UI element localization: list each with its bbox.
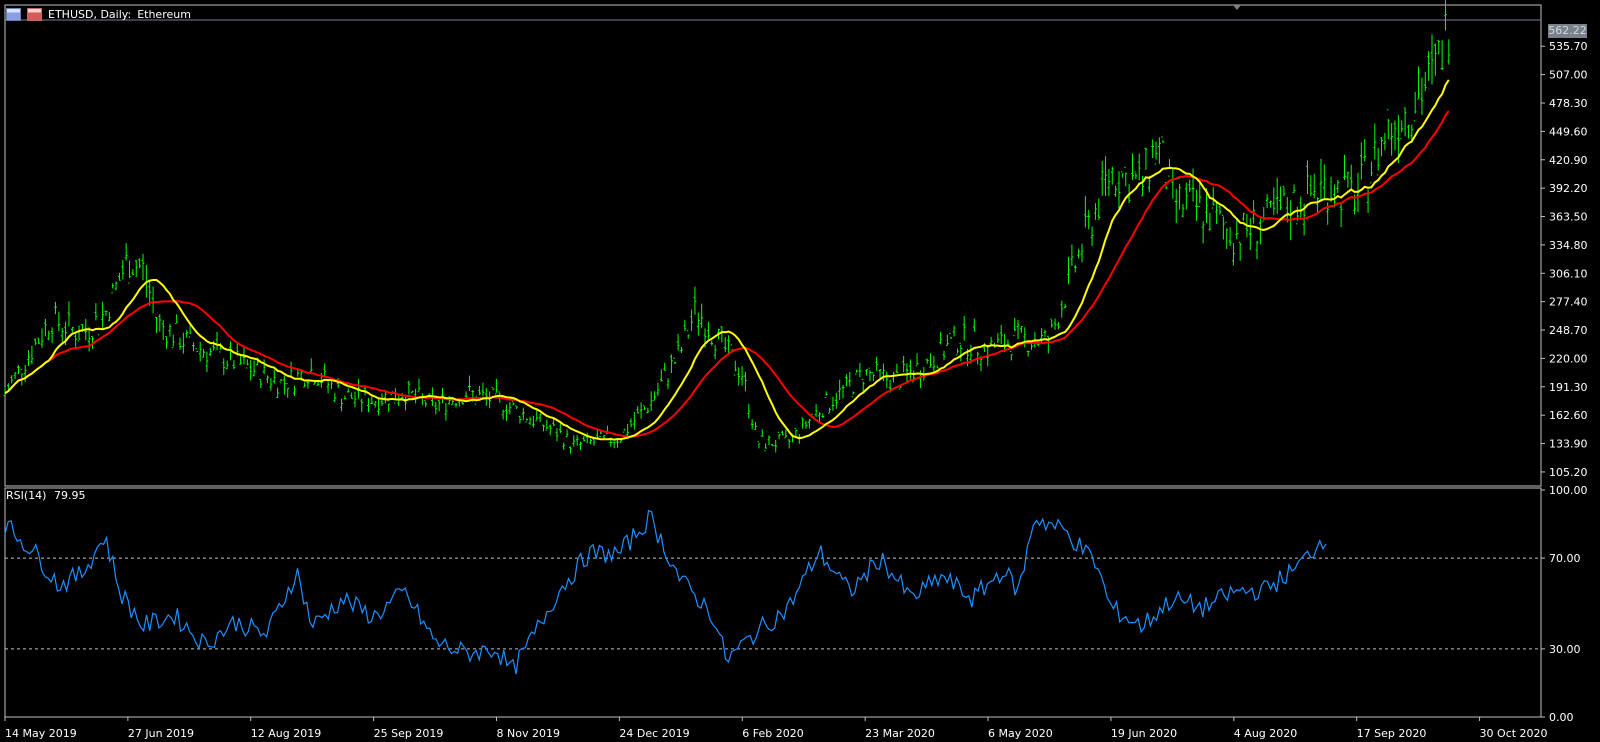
chart-canvas: 535.70 507.00 478.30 449.60 420.90 392.20 363.… (3, 0, 1588, 740)
price-tick-label: 105.20 (1549, 466, 1588, 479)
price-tick-label: 535.70 (1549, 40, 1588, 53)
date-tick-label: 24 Dec 2019 (619, 727, 689, 740)
chart-window-title: ETHUSD, Daily: Ethereum (6, 8, 191, 21)
date-tick-label: 12 Aug 2019 (251, 727, 321, 740)
price-tick-label: 248.70 (1549, 324, 1588, 337)
rsi-tick-label: 70.00 (1549, 552, 1581, 565)
price-tick-label: 392.20 (1549, 182, 1588, 195)
date-tick-label: 6 Feb 2020 (742, 727, 803, 740)
rsi-indicator-label: RSI(14) 79.95 (6, 489, 89, 502)
date-tick-label: 27 Jun 2019 (128, 727, 194, 740)
date-tick-label: 19 Jun 2020 (1111, 727, 1177, 740)
price-tick-label: 478.30 (1549, 97, 1588, 110)
date-tick-label: 30 Oct 2020 (1480, 727, 1548, 740)
price-tick-label: 162.60 (1549, 409, 1588, 422)
price-tick-label: 449.60 (1549, 125, 1588, 138)
ma-slow-line (4, 110, 1450, 438)
price-tick-label: 363.50 (1549, 211, 1588, 224)
date-tick-label: 17 Sep 2020 (1357, 727, 1427, 740)
date-tick-label: 8 Nov 2019 (497, 727, 560, 740)
symbol-label: ETHUSD, Daily: (48, 8, 132, 21)
rsi-pane-frame (4, 487, 1542, 718)
rsi-tick-label: 100.00 (1549, 484, 1588, 497)
flag-icon (27, 8, 42, 21)
rsi-line (4, 509, 1327, 675)
price-tick-label: 507.00 (1549, 69, 1588, 82)
current-price-badge: 562.22 (1548, 24, 1587, 38)
price-tick-label: 133.90 (1549, 438, 1588, 451)
date-tick-label: 14 May 2019 (5, 727, 77, 740)
price-tick-label: 334.80 (1549, 239, 1588, 252)
price-tick-label: 420.90 (1549, 154, 1588, 167)
date-tick-label: 23 Mar 2020 (865, 727, 935, 740)
price-tick-label: 277.40 (1549, 296, 1588, 309)
rsi-indicator-value: 79.95 (53, 489, 86, 502)
ma-fast-line (4, 79, 1450, 441)
rsi-tick-label: 30.00 (1549, 643, 1581, 656)
price-pane-frame (4, 4, 1542, 487)
shift-marker-icon (1233, 5, 1241, 10)
rsi-tick-label: 0.00 (1549, 711, 1574, 724)
symbol-description: Ethereum (137, 8, 191, 21)
price-tick-label: 306.10 (1549, 267, 1588, 280)
price-tick-label: 220.00 (1549, 352, 1588, 365)
price-tick-label: 191.30 (1549, 381, 1588, 394)
rsi-indicator-name: RSI(14) (6, 489, 47, 502)
date-tick-label: 6 May 2020 (988, 727, 1053, 740)
date-tick-label: 25 Sep 2019 (374, 727, 444, 740)
window-icon[interactable] (6, 8, 21, 21)
date-tick-label: 4 Aug 2020 (1234, 727, 1297, 740)
